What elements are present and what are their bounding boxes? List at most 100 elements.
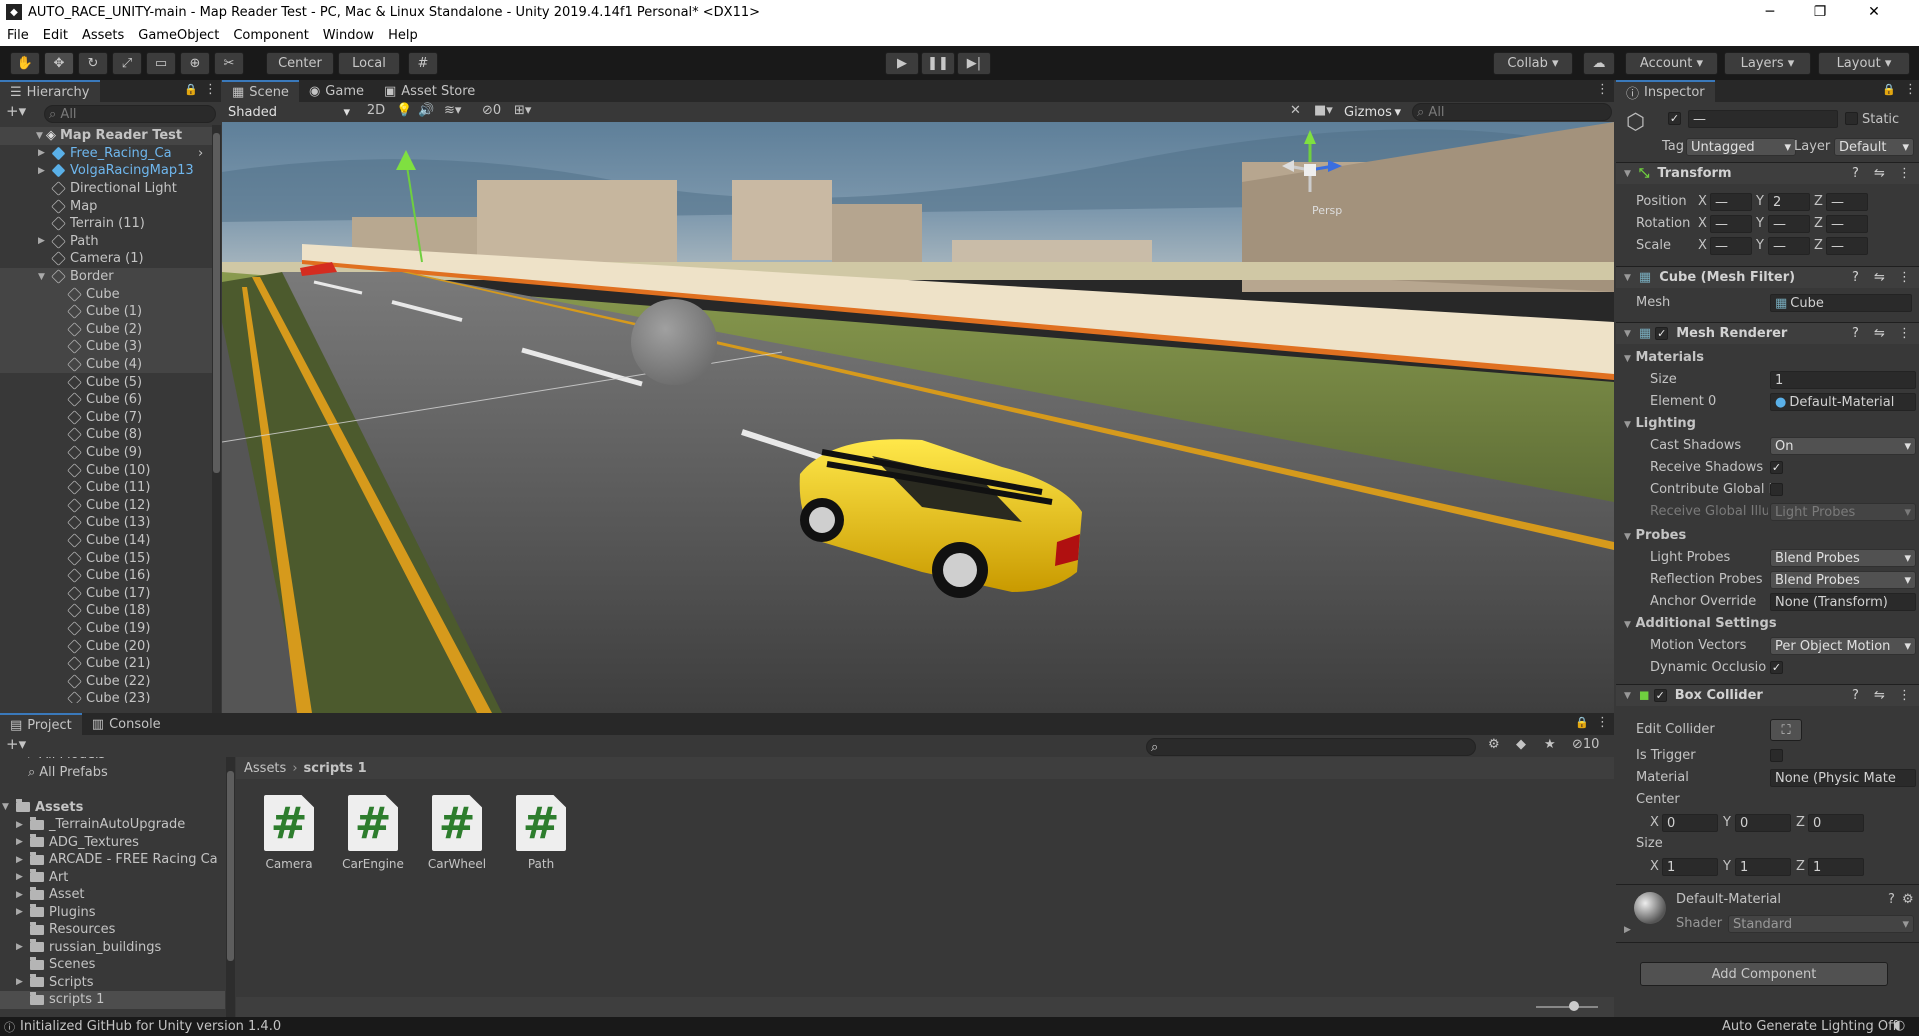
hierarchy-scroll-thumb[interactable] (213, 133, 220, 473)
project-tree-item[interactable]: ▶ _TerrainAutoUpgrade (0, 816, 225, 834)
expand-arrow-icon[interactable]: ▶ (16, 890, 26, 900)
camera-settings-icon[interactable]: ■▾ (1314, 103, 1333, 118)
project-tree-scroll-thumb[interactable] (227, 771, 234, 961)
menu-window[interactable]: Window (316, 28, 381, 43)
expand-arrow-icon[interactable]: ▶ (38, 148, 48, 158)
transform-y-input[interactable]: 2 (1768, 193, 1810, 211)
breadcrumb-assets[interactable]: Assets (244, 761, 286, 776)
hierarchy-item[interactable]: Cube (11) (0, 479, 212, 497)
collider-y-input[interactable]: 0 (1735, 814, 1791, 832)
axis-x-label[interactable]: X (1698, 216, 1707, 231)
project-tree-item[interactable]: Resources (0, 921, 225, 939)
hierarchy-item[interactable]: Cube (21) (0, 655, 212, 673)
hierarchy-item[interactable]: Cube (20) (0, 637, 212, 655)
preset-icon[interactable]: ⇋ (1874, 326, 1885, 341)
inspector-menu-icon[interactable]: ⋮ (1904, 82, 1917, 97)
expand-arrow-icon[interactable]: ▼ (2, 802, 12, 812)
hidden-packages-icon[interactable]: ⊘10 (1572, 737, 1599, 752)
hierarchy-item[interactable]: Cube (4) (0, 355, 212, 374)
scene-search-input[interactable]: ⌕ All (1412, 103, 1612, 121)
axis-z-label[interactable]: Z (1796, 815, 1805, 830)
lock-icon[interactable]: 🔒 (184, 83, 198, 96)
contribute-gi-checkbox[interactable] (1770, 483, 1783, 496)
hand-tool-icon[interactable]: ✋ (10, 52, 40, 75)
axis-z-label[interactable]: Z (1814, 194, 1823, 209)
project-tree-item[interactable]: ▶ ADG_Textures (0, 834, 225, 852)
expand-arrow-icon[interactable]: ▶ (16, 942, 26, 952)
breadcrumb-current[interactable]: scripts 1 (304, 761, 367, 776)
expand-arrow-icon[interactable]: ▶ (16, 872, 26, 882)
hierarchy-item[interactable]: ▼ Border (0, 267, 212, 286)
tag-dropdown[interactable]: Untagged ▾ (1686, 138, 1796, 156)
rect-tool-icon[interactable]: ▭ (146, 52, 176, 75)
axis-x-label[interactable]: X (1650, 815, 1659, 830)
transform-z-input[interactable]: — (1826, 237, 1868, 255)
component-menu-icon[interactable]: ⋮ (1898, 688, 1911, 703)
project-create-plus-icon[interactable]: +▾ (6, 735, 26, 753)
hierarchy-item[interactable]: Cube (2) (0, 320, 212, 339)
asset-name[interactable]: CarWheel (417, 857, 497, 871)
panel-menu-icon[interactable]: ⋮ (204, 82, 217, 97)
axis-z-label[interactable]: Z (1814, 216, 1823, 231)
project-tree-item[interactable]: ▶ russian_buildings (0, 939, 225, 957)
audio-toggle-icon[interactable]: 🔊 (418, 103, 434, 118)
project-tree-scrollbar[interactable] (226, 757, 235, 1017)
reflection-probes-dropdown[interactable]: Blend Probes ▾ (1770, 571, 1916, 589)
help-icon[interactable]: ? (1888, 892, 1895, 907)
hierarchy-item[interactable]: Cube (14) (0, 532, 212, 550)
hierarchy-item[interactable]: Cube (5) (0, 373, 212, 391)
hierarchy-item[interactable]: Cube (22) (0, 673, 212, 691)
component-menu-icon[interactable]: ⋮ (1898, 166, 1911, 181)
mode-2d-toggle[interactable]: 2D (362, 103, 390, 121)
menu-gameobject[interactable]: GameObject (131, 28, 226, 43)
hierarchy-item[interactable]: Map (0, 197, 212, 215)
preset-icon[interactable]: ⇋ (1874, 688, 1885, 703)
collider-x-input[interactable]: 0 (1662, 814, 1718, 832)
expand-arrow-icon[interactable]: ▼ (38, 272, 48, 282)
collider-z-input[interactable]: 0 (1808, 814, 1864, 832)
object-name-input[interactable]: — (1688, 110, 1838, 128)
rotate-tool-icon[interactable]: ↻ (78, 52, 108, 75)
hierarchy-item[interactable]: Cube (12) (0, 497, 212, 515)
expand-arrow-icon[interactable]: ▶ (16, 820, 26, 830)
axis-y-label[interactable]: Y (1756, 194, 1764, 209)
effects-toggle-icon[interactable]: ≋▾ (444, 103, 461, 118)
tab-hierarchy[interactable]: ☰ Hierarchy (0, 80, 100, 102)
axis-y-label[interactable]: Y (1756, 216, 1764, 231)
play-button[interactable]: ▶ (885, 52, 919, 75)
transform-x-input[interactable]: — (1710, 193, 1752, 211)
step-button[interactable]: ▶| (957, 52, 991, 75)
dynamic-occlusion-checkbox[interactable]: ✓ (1770, 661, 1783, 674)
prefab-open-icon[interactable]: › (198, 146, 203, 161)
hierarchy-item[interactable]: Cube (7) (0, 409, 212, 427)
hierarchy-item[interactable]: Cube (18) (0, 602, 212, 620)
collab-button[interactable]: Collab ▾ (1493, 52, 1573, 75)
materials-foldout[interactable]: ▼ Materials (1624, 350, 1704, 365)
hierarchy-item[interactable]: Camera (1) (0, 250, 212, 268)
help-icon[interactable]: ? (1852, 326, 1859, 341)
status-message[interactable]: Initialized GitHub for Unity version 1.4… (20, 1019, 281, 1034)
edit-collider-button[interactable]: ⛶ (1770, 719, 1802, 741)
project-tree-item[interactable]: ▶ Plugins (0, 904, 225, 922)
project-tree-item[interactable]: ▶ Scripts (0, 974, 225, 992)
tab-inspector[interactable]: ⓘ Inspector (1616, 80, 1715, 102)
element0-field[interactable]: ● Default-Material (1770, 393, 1916, 411)
menu-file[interactable]: File (0, 28, 36, 43)
hierarchy-item[interactable]: Terrain (11) (0, 215, 212, 233)
cast-shadows-dropdown[interactable]: On ▾ (1770, 437, 1916, 455)
tab-console[interactable]: ▥ Console (82, 713, 171, 735)
tab-asset-store[interactable]: ▣ Asset Store (374, 80, 485, 102)
tab-scene[interactable]: ▦ Scene (222, 80, 299, 102)
lighting-toggle-icon[interactable]: 💡 (396, 103, 412, 118)
pivot-center-button[interactable]: Center (266, 52, 334, 75)
create-plus-icon[interactable]: +▾ (6, 102, 26, 120)
hierarchy-item[interactable]: ▶ Free_Racing_Ca › (0, 145, 212, 163)
script-file-icon[interactable]: # (348, 795, 398, 851)
layers-dropdown[interactable]: Layers ▾ (1724, 52, 1811, 75)
minimize-button[interactable]: ─ (1748, 0, 1792, 24)
active-checkbox[interactable]: ✓ (1668, 112, 1681, 125)
mesh-renderer-header[interactable]: ▼ ▦ ✓ Mesh Renderer ? ⇋ ⋮ (1616, 322, 1919, 344)
transform-y-input[interactable]: — (1768, 237, 1810, 255)
menu-assets[interactable]: Assets (75, 28, 131, 43)
hierarchy-search-input[interactable]: ⌕ All (44, 105, 216, 123)
